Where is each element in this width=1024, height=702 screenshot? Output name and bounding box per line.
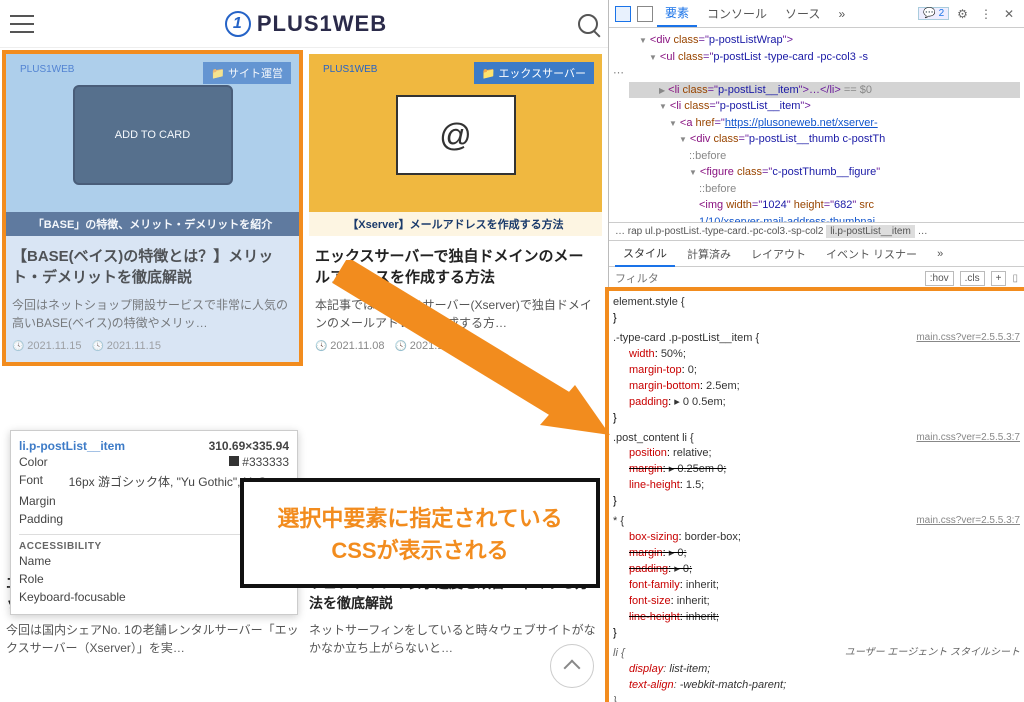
post-card[interactable]: PLUS1WEB 📁 エックスサーバー @ 【Xserver】メールアドレスを作… bbox=[309, 54, 602, 362]
subtab-listeners[interactable]: イベント リスナー bbox=[818, 242, 925, 266]
card-dates: 2021.11.082021.11.08 bbox=[315, 340, 596, 352]
post-card-selected[interactable]: PLUS1WEB 📁 サイト運営 ADD TO CARD 「BASE」の特徴、メ… bbox=[6, 54, 299, 362]
devtools-panel: 要素 コンソール ソース » 💬 2 ⚙ ⋮ ✕ <div class="p-p… bbox=[608, 0, 1024, 702]
tab-sources[interactable]: ソース bbox=[777, 1, 828, 26]
hamburger-menu-icon[interactable] bbox=[10, 15, 34, 33]
subtab-computed[interactable]: 計算済み bbox=[679, 242, 739, 266]
inspect-element-icon[interactable] bbox=[615, 6, 631, 22]
card-desc: 今回はネットショップ開設サービスで非常に人気の高いBASE(ベイス)の特徴やメリ… bbox=[12, 296, 293, 332]
tabs-more[interactable]: » bbox=[830, 3, 853, 25]
breadcrumb[interactable]: … rap ul.p-postList.-type-card.-pc-col3.… bbox=[609, 222, 1024, 241]
subtabs-more[interactable]: » bbox=[929, 244, 951, 264]
card-title: エックスサーバーで独自ドメインのメールアドレスを作成する方法 bbox=[315, 246, 596, 288]
topbar: 1 PLUS1WEB bbox=[0, 0, 608, 48]
tab-elements[interactable]: 要素 bbox=[657, 0, 697, 27]
add-rule-button[interactable]: + bbox=[991, 271, 1007, 286]
tab-console[interactable]: コンソール bbox=[699, 1, 775, 26]
logo-icon: 1 bbox=[225, 11, 251, 37]
search-icon[interactable] bbox=[578, 14, 598, 34]
logo-text: PLUS1WEB bbox=[257, 11, 387, 37]
tooltip-selector: li.p-postList__item bbox=[19, 439, 125, 453]
thumb-caption: 【Xserver】メールアドレスを作成する方法 bbox=[309, 212, 602, 236]
device-toolbar-icon[interactable] bbox=[637, 6, 653, 22]
messages-badge[interactable]: 💬 2 bbox=[918, 7, 949, 20]
styles-pane[interactable]: element.style {} .-type-card .p-postList… bbox=[609, 291, 1024, 702]
styles-filter: :hov .cls + ▯ bbox=[609, 267, 1024, 291]
cls-button[interactable]: .cls bbox=[960, 271, 985, 286]
subtab-styles[interactable]: スタイル bbox=[615, 241, 675, 267]
envelope-illustration: @ bbox=[396, 95, 516, 175]
close-icon[interactable]: ✕ bbox=[998, 7, 1020, 21]
card-title: 【BASE(ベイス)の特徴とは？】メリット・デメリットを徹底解説 bbox=[12, 246, 293, 288]
laptop-illustration: ADD TO CARD bbox=[73, 85, 233, 185]
sidebar-toggle-icon[interactable]: ▯ bbox=[1012, 273, 1018, 284]
hov-button[interactable]: :hov bbox=[925, 271, 954, 286]
devtools-tabs: 要素 コンソール ソース » 💬 2 ⚙ ⋮ ✕ bbox=[609, 0, 1024, 28]
card-thumbnail: PLUS1WEB 📁 エックスサーバー @ 【Xserver】メールアドレスを作… bbox=[309, 54, 602, 236]
styles-subtabs: スタイル 計算済み レイアウト イベント リスナー » bbox=[609, 241, 1024, 267]
subtab-layout[interactable]: レイアウト bbox=[743, 242, 814, 266]
settings-icon[interactable]: ⚙ bbox=[951, 7, 974, 21]
thumb-caption: 「BASE」の特徴、メリット・デメリットを紹介 bbox=[6, 212, 299, 236]
scroll-top-button[interactable] bbox=[550, 644, 594, 688]
filter-input[interactable] bbox=[615, 273, 919, 285]
card-dates: 2021.11.152021.11.15 bbox=[12, 340, 293, 352]
card-desc: 本記事ではエックスサーバー(Xserver)で独自ドメインのメールアドレスを作成… bbox=[315, 296, 596, 332]
more-icon[interactable]: ⋮ bbox=[976, 7, 996, 21]
annotation-callout: 選択中要素に指定されている CSSが表示される bbox=[240, 478, 600, 588]
card-thumbnail: PLUS1WEB 📁 サイト運営 ADD TO CARD 「BASE」の特徴、メ… bbox=[6, 54, 299, 236]
card-desc: 今回は国内シェアNo. 1の老舗レンタルサーバー「エックスサーバー（Xserve… bbox=[6, 621, 299, 657]
site-logo[interactable]: 1 PLUS1WEB bbox=[34, 11, 578, 37]
tooltip-dims: 310.69×335.94 bbox=[209, 439, 289, 453]
dom-tree[interactable]: <div class="p-postListWrap"> <ul class="… bbox=[609, 28, 1024, 222]
